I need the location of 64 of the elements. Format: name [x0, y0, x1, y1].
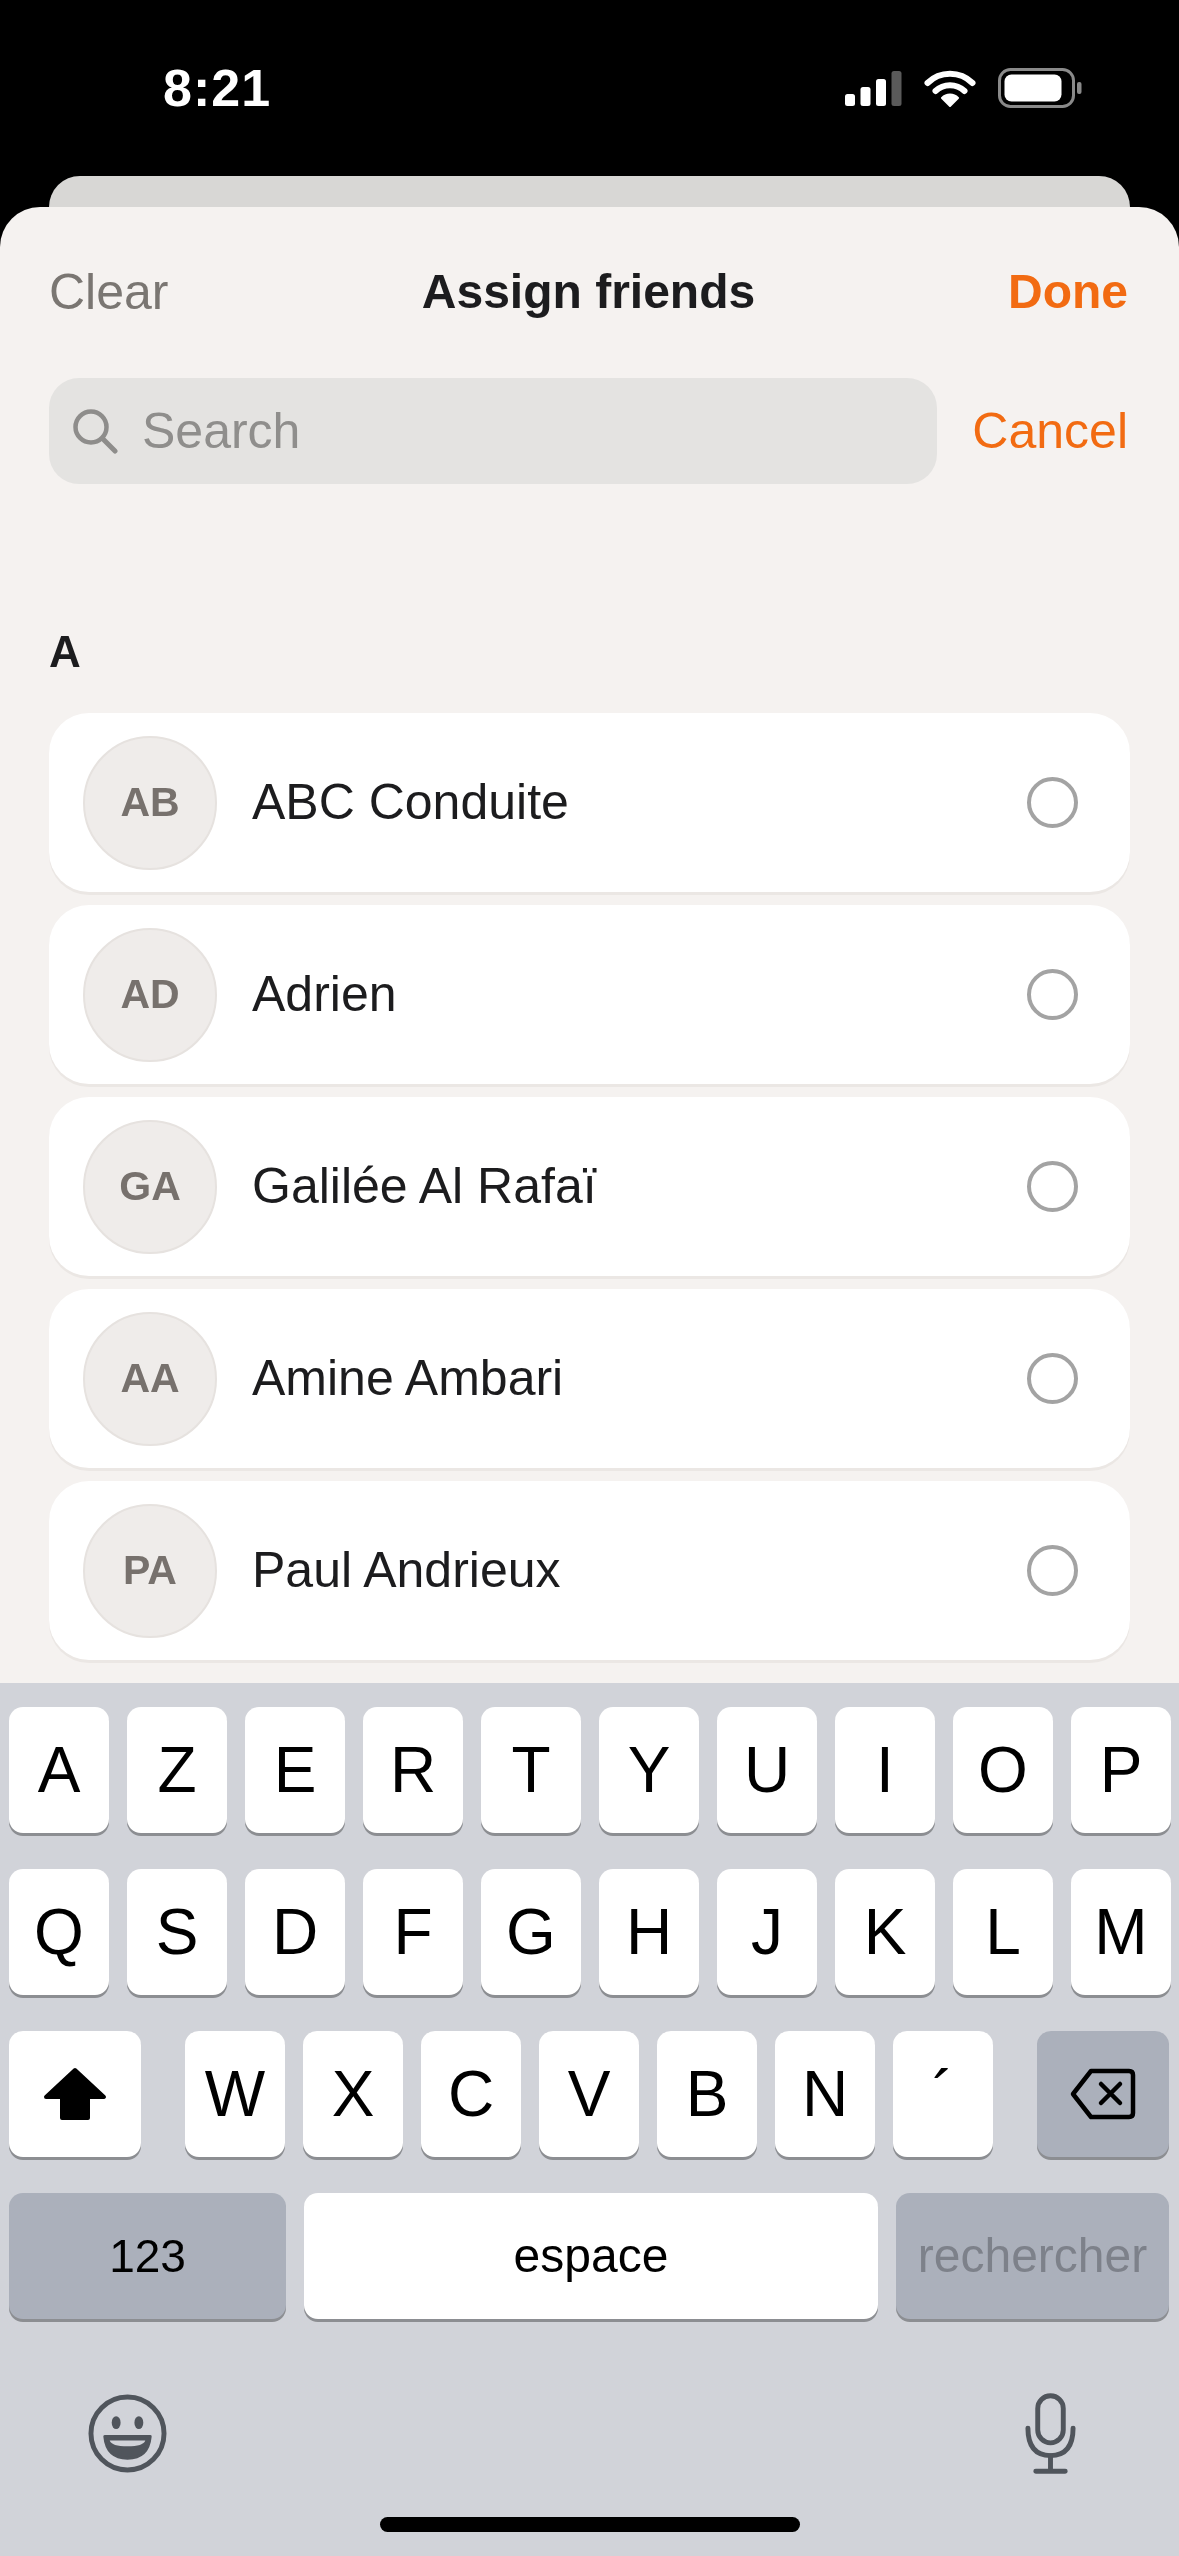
keyboard-key[interactable]: E [245, 1707, 345, 1833]
friend-row[interactable]: AD Adrien [49, 905, 1130, 1084]
keyboard-key[interactable]: Z [127, 1707, 227, 1833]
clear-button[interactable]: Clear [49, 262, 169, 322]
battery-icon [998, 68, 1082, 108]
keyboard-key[interactable]: O [953, 1707, 1053, 1833]
search-icon [72, 408, 118, 454]
keyboard-key[interactable]: R [363, 1707, 463, 1833]
keyboard-key[interactable]: X [303, 2031, 403, 2157]
keyboard-key[interactable]: Y [599, 1707, 699, 1833]
sheet-title: Assign friends [421, 264, 756, 321]
radio-button[interactable] [1027, 1545, 1078, 1596]
friend-row[interactable]: AA Amine Ambari [49, 1289, 1130, 1468]
keyboard-key[interactable]: H [599, 1869, 699, 1995]
keyboard-key[interactable]: K [835, 1869, 935, 1995]
keyboard-key[interactable]: V [539, 2031, 639, 2157]
radio-button[interactable] [1027, 969, 1078, 1020]
friend-name: ABC Conduite [252, 773, 570, 832]
signal-icon [845, 70, 902, 106]
space-key[interactable]: espace [304, 2193, 878, 2319]
radio-button[interactable] [1027, 1161, 1078, 1212]
keyboard-key[interactable]: G [481, 1869, 581, 1995]
smiley-icon[interactable] [88, 2394, 167, 2473]
status-time: 8:21 [163, 62, 272, 114]
initials-avatar: GA [83, 1119, 217, 1254]
radio-button[interactable] [1027, 777, 1078, 828]
keyboard-key[interactable]: F [363, 1869, 463, 1995]
keyboard-key[interactable]: J [717, 1869, 817, 1995]
keyboard-key[interactable]: U [717, 1707, 817, 1833]
keyboard-key[interactable]: S [127, 1869, 227, 1995]
keyboard-key[interactable]: W [185, 2031, 285, 2157]
initials-avatar: AB [83, 735, 217, 870]
microphone-icon[interactable] [1023, 2391, 1078, 2476]
up-arrow-icon [43, 2067, 107, 2121]
backspace-icon [1070, 2068, 1136, 2120]
friend-row[interactable]: AB ABC Conduite [49, 713, 1130, 892]
friend-name: Paul Andrieux [252, 1541, 562, 1600]
friend-row[interactable]: PA Paul Andrieux [49, 1481, 1130, 1660]
keyboard-key[interactable]: Q [9, 1869, 109, 1995]
keyboard-key[interactable]: ´ [893, 2031, 993, 2157]
keyboard-key[interactable]: N [775, 2031, 875, 2157]
friend-name: Galilée Al Rafaï [252, 1157, 598, 1216]
section-header: A [48, 626, 82, 678]
search-field[interactable]: Search [49, 378, 938, 484]
friend-name: Amine Ambari [252, 1349, 565, 1408]
keyboard-key[interactable]: T [481, 1707, 581, 1833]
keyboard-key[interactable]: L [953, 1869, 1053, 1995]
shift-key[interactable] [9, 2031, 141, 2157]
keyboard-key[interactable]: I [835, 1707, 935, 1833]
keyboard-key[interactable]: A [9, 1707, 109, 1833]
keyboard-key[interactable]: B [657, 2031, 757, 2157]
keyboard-key[interactable]: D [245, 1869, 345, 1995]
keyboard-key[interactable]: C [421, 2031, 521, 2157]
wifi-icon [924, 69, 976, 107]
initials-avatar: AA [83, 1311, 217, 1446]
numbers-key[interactable]: 123 [9, 2193, 286, 2319]
radio-button[interactable] [1027, 1353, 1078, 1404]
delete-key[interactable] [1037, 2031, 1169, 2157]
initials-avatar: AD [83, 927, 217, 1062]
keyboard-key[interactable]: M [1071, 1869, 1171, 1995]
friend-row[interactable]: GA Galilée Al Rafaï [49, 1097, 1130, 1276]
keyboard-key[interactable]: P [1071, 1707, 1171, 1833]
initials-avatar: PA [83, 1503, 217, 1638]
friend-name: Adrien [252, 965, 398, 1024]
